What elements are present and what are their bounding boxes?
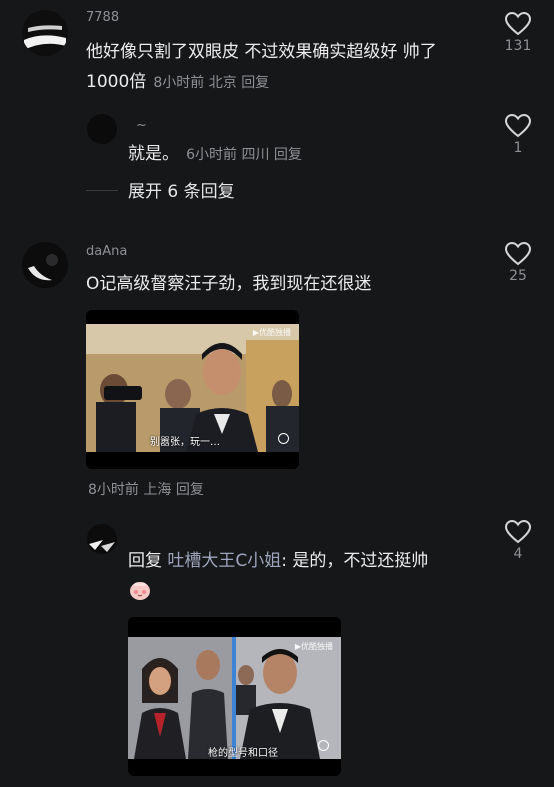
comment-text: 他好像只割了双眼皮 不过效果确实超级好 帅了 bbox=[86, 42, 437, 62]
heart-outline-icon bbox=[490, 520, 546, 544]
reply-body: : 是的，不过还挺帅 bbox=[281, 551, 429, 571]
avatar-image bbox=[22, 10, 68, 56]
mention-link[interactable]: 吐槽大王C小姐 bbox=[167, 551, 281, 571]
reply-text: 回复 吐槽大王C小姐: 是的，不过还挺帅 bbox=[128, 547, 428, 575]
circle-icon[interactable] bbox=[278, 433, 289, 444]
avatar[interactable] bbox=[87, 114, 117, 144]
reply-button[interactable]: 回复 bbox=[241, 75, 269, 91]
video-thumbnail[interactable]: ▶优酷独播 别嚣张，玩一… bbox=[86, 310, 299, 469]
reply-button[interactable]: 回复 bbox=[274, 147, 302, 163]
avatar-image bbox=[22, 242, 68, 288]
expand-divider bbox=[86, 190, 118, 191]
comment-text-continued: 1000倍 bbox=[86, 72, 147, 92]
avatar[interactable] bbox=[22, 10, 68, 56]
avatar[interactable] bbox=[22, 242, 68, 288]
username[interactable]: daAna bbox=[86, 244, 127, 259]
reply-prefix: 回复 bbox=[128, 551, 162, 571]
username[interactable]: ~ bbox=[136, 118, 147, 133]
location: 上海 bbox=[143, 482, 172, 498]
location: 北京 bbox=[208, 75, 237, 91]
like-button[interactable]: 25 bbox=[490, 242, 546, 284]
like-button[interactable]: 4 bbox=[490, 520, 546, 562]
video-subtitle: 枪的型号和口径 bbox=[208, 748, 278, 759]
like-count: 1 bbox=[513, 140, 523, 156]
timestamp: 8小时前 bbox=[88, 482, 139, 498]
comment-text: O记高级督察汪子劲，我到现在还很迷 bbox=[86, 274, 372, 294]
reply-text-row: 就是。 6小时前 四川 回复 bbox=[128, 140, 302, 168]
like-count: 4 bbox=[513, 546, 523, 562]
video-watermark: ▶优酷独播 bbox=[252, 328, 291, 337]
username[interactable]: 7788 bbox=[86, 10, 119, 25]
like-count: 25 bbox=[509, 268, 527, 284]
comment-meta: 8小时前 北京 回复 bbox=[153, 75, 269, 91]
video-thumbnail[interactable]: ▶优酷独播 枪的型号和口径 bbox=[128, 617, 341, 776]
reply-meta: 6小时前 四川 回复 bbox=[186, 147, 302, 163]
reply-2: 回复 吐槽大王C小姐: 是的，不过还挺帅 4 ▶优酷独播 枪的型号和口径 bbox=[0, 516, 554, 787]
video-watermark: ▶优酷独播 bbox=[294, 642, 333, 651]
heart-outline-icon bbox=[490, 12, 546, 36]
comment-1: 7788 他好像只割了双眼皮 不过效果确实超级好 帅了 1000倍 8小时前 北… bbox=[0, 0, 554, 105]
timestamp: 8小时前 bbox=[153, 75, 205, 91]
heart-outline-icon bbox=[490, 114, 546, 138]
expand-replies-button[interactable]: 展开 6 条回复 bbox=[128, 177, 235, 202]
avatar-image bbox=[87, 524, 117, 554]
video-subtitle: 别嚣张，玩一… bbox=[150, 437, 220, 448]
reply-button[interactable]: 回复 bbox=[176, 482, 204, 498]
comment-2: daAna O记高级督察汪子劲，我到现在还很迷 25 ▶优酷独播 别嚣张，玩一…… bbox=[0, 236, 554, 506]
comment-text-line2-row: 1000倍 8小时前 北京 回复 bbox=[86, 68, 269, 96]
like-count: 131 bbox=[504, 38, 532, 54]
blush-emoji-icon bbox=[128, 578, 152, 602]
avatar[interactable] bbox=[87, 524, 117, 554]
heart-outline-icon bbox=[490, 242, 546, 266]
reply-1: ~ 就是。 6小时前 四川 回复 1 bbox=[0, 108, 554, 168]
circle-icon[interactable] bbox=[318, 740, 329, 751]
timestamp: 6小时前 bbox=[186, 147, 238, 163]
location: 四川 bbox=[241, 147, 270, 163]
reply-text: 就是。 bbox=[128, 144, 179, 164]
like-button[interactable]: 1 bbox=[490, 114, 546, 156]
comment-meta: 8小时前 上海 回复 bbox=[88, 479, 204, 499]
like-button[interactable]: 131 bbox=[490, 12, 546, 54]
